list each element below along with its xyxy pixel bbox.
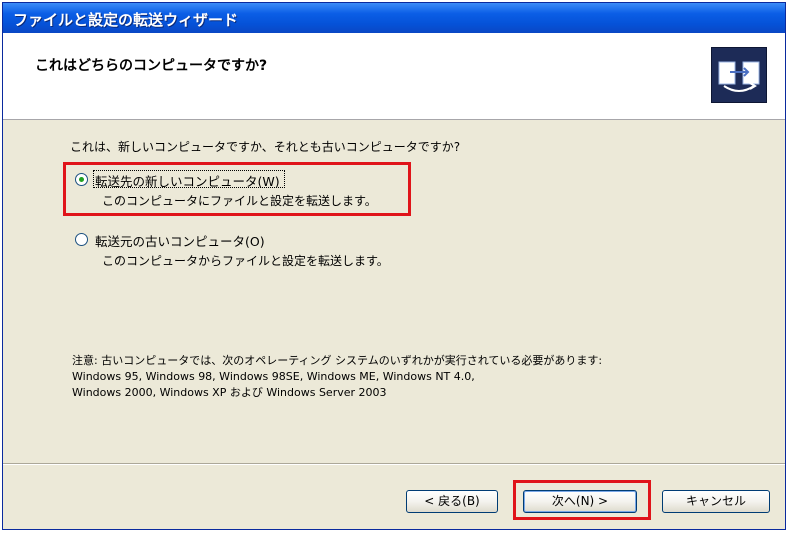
title-bar[interactable]: ファイルと設定の転送ウィザード (3, 3, 785, 34)
window-title: ファイルと設定の転送ウィザード (13, 11, 239, 29)
footer-separator (3, 463, 785, 465)
wizard-header: これはどちらのコンピュータですか? (3, 33, 785, 120)
question-text: これは、新しいコンピュータですか、それとも古いコンピュータですか? (70, 140, 461, 154)
radio-old-computer[interactable] (75, 233, 88, 246)
cancel-button[interactable]: キャンセル (662, 490, 770, 513)
note-line-1: 注意: 古いコンピュータでは、次のオペレーティング システムのいずれかが実行され… (72, 354, 603, 367)
option-old-computer-label[interactable]: 転送元の古いコンピュータ(O) (95, 231, 265, 250)
os-requirement-note: 注意: 古いコンピュータでは、次のオペレーティング システムのいずれかが実行され… (72, 353, 762, 401)
wizard-transfer-icon (711, 47, 767, 103)
option-old-computer-description: このコンピュータからファイルと設定を転送します。 (102, 254, 389, 268)
note-line-2: Windows 95, Windows 98, Windows 98SE, Wi… (72, 370, 475, 383)
page-heading: これはどちらのコンピュータですか? (35, 58, 268, 74)
back-button[interactable]: < 戻る(B) (406, 490, 498, 513)
wizard-window: ファイルと設定の転送ウィザード これはどちらのコンピュータですか? これは、新し… (2, 2, 786, 530)
annotation-highlight-option (63, 162, 411, 216)
note-line-3: Windows 2000, Windows XP および Windows Ser… (72, 386, 387, 399)
annotation-highlight-next (513, 480, 651, 520)
